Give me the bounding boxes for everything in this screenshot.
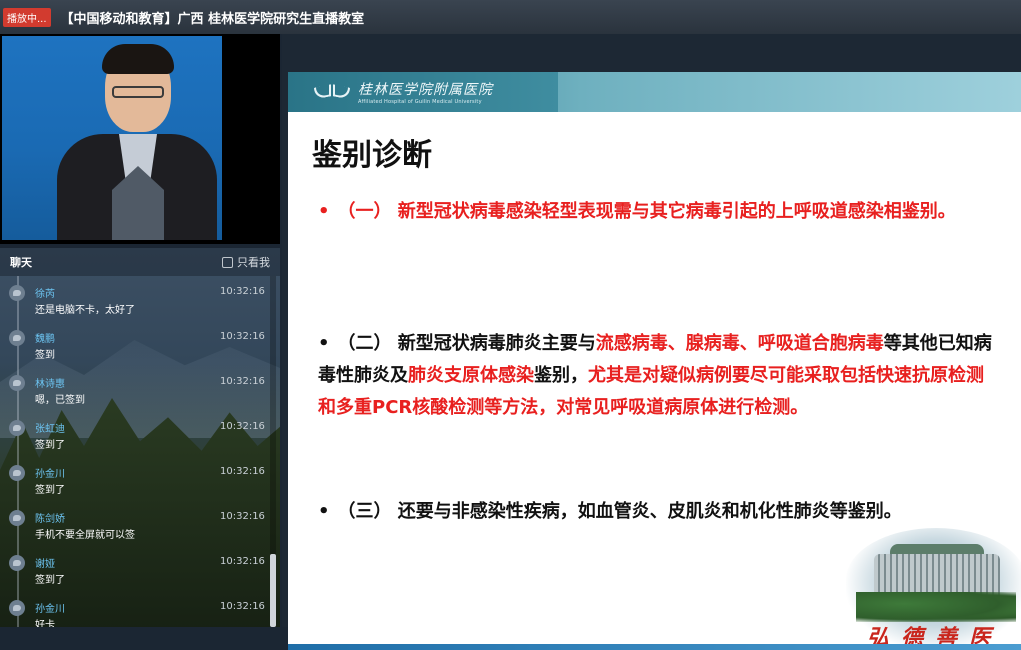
bullet: • <box>318 201 330 222</box>
chat-message-time: 10:32:16 <box>220 331 265 342</box>
chat-bubble-icon <box>9 555 25 571</box>
only-me-toggle[interactable]: 只看我 <box>222 254 270 270</box>
chat-message-author[interactable]: 张虹迪 <box>35 420 65 435</box>
slide-point-1: • （一） 新型冠状病毒感染轻型表现需与其它病毒引起的上呼吸道感染相鉴别。 <box>318 196 998 228</box>
video-frame <box>2 36 222 240</box>
chat-message-time: 10:32:16 <box>220 286 265 297</box>
chat-message: 魏鹏 10:32:16 签到 <box>0 321 270 366</box>
presentation-slide: 桂林医学院附属医院 Affiliated Hospital of Guilin … <box>288 72 1021 650</box>
chat-message-author[interactable]: 林诗惠 <box>35 375 65 390</box>
chat-message-list[interactable]: 徐芮 10:32:16 还是电脑不卡，太好了 魏鹏 10:32:16 签到 林诗… <box>0 276 270 627</box>
chat-message-time: 10:32:16 <box>220 601 265 612</box>
slide-point-3: • （三） 还要与非感染性疾病，如血管炎、皮肌炎和机化性肺炎等鉴别。 <box>318 496 998 528</box>
slide-point-2: • （二） 新型冠状病毒肺炎主要与流感病毒、腺病毒、呼吸道合胞病毒等其他已知病毒性… <box>318 328 998 424</box>
chat-message-author[interactable]: 谢娅 <box>35 555 55 570</box>
teacher-hair <box>102 44 174 74</box>
chat-message-time: 10:32:16 <box>220 556 265 567</box>
glasses <box>112 86 164 98</box>
chat-message-text: 嗯，已签到 <box>35 395 85 406</box>
chat-header: 聊天 只看我 <box>0 248 280 276</box>
logo-chinese-name: 桂林医学院附属医院 <box>358 82 493 98</box>
point-2-mycoplasma: 肺炎支原体感染 <box>408 365 534 386</box>
chat-message-author[interactable]: 孙金川 <box>35 600 65 615</box>
chat-message: 孙金川 10:32:16 签到了 <box>0 456 270 501</box>
bullet: • <box>318 333 330 354</box>
slide-bottom-band <box>288 644 1021 650</box>
logo-english-name: Affiliated Hospital of Guilin Medical Un… <box>358 99 482 105</box>
slide-stage: 桂林医学院附属医院 Affiliated Hospital of Guilin … <box>282 34 1021 650</box>
point-3-text: （三） 还要与非感染性疾病，如血管炎、皮肌炎和机化性肺炎等鉴别。 <box>337 501 902 522</box>
chat-message: 林诗惠 10:32:16 嗯，已签到 <box>0 366 270 411</box>
chat-message-text: 签到 <box>35 350 55 361</box>
chat-message: 徐芮 10:32:16 还是电脑不卡，太好了 <box>0 276 270 321</box>
chat-bubble-icon <box>9 420 25 436</box>
chat-bubble-icon <box>9 600 25 616</box>
hospital-logo: 桂林医学院附属医院 Affiliated Hospital of Guilin … <box>288 72 558 112</box>
bullet: • <box>318 501 330 522</box>
chat-message-author[interactable]: 陈剑娇 <box>35 510 65 525</box>
left-panel: 聊天 只看我 徐芮 10:32:16 还是电脑不卡，太好了 魏鹏 10:32:1… <box>0 34 280 627</box>
room-title: 【中国移动和教育】广西 桂林医学院研究生直播教室 <box>60 11 365 27</box>
only-me-checkbox[interactable] <box>222 256 233 268</box>
chat-message-author[interactable]: 魏鹏 <box>35 330 55 345</box>
building <box>874 554 1000 596</box>
live-status-badge: 播放中... <box>3 7 51 27</box>
only-me-label: 只看我 <box>237 256 270 269</box>
point-2-viruses: 流感病毒、腺病毒、呼吸道合胞病毒 <box>595 333 884 354</box>
chat-message-time: 10:32:16 <box>220 421 265 432</box>
chat-message: 张虹迪 10:32:16 签到了 <box>0 411 270 456</box>
trees <box>856 592 1016 622</box>
chat-bubble-icon <box>9 465 25 481</box>
chat-message-text: 手机不要全屏就可以签 <box>35 530 135 541</box>
chat-bubble-icon <box>9 375 25 391</box>
chat-message: 谢娅 10:32:16 签到了 <box>0 546 270 591</box>
chat-message-text: 签到了 <box>35 440 65 451</box>
chat-message-text: 签到了 <box>35 575 65 586</box>
chat-message-time: 10:32:16 <box>220 466 265 477</box>
chat-message: 陈剑娇 10:32:16 手机不要全屏就可以签 <box>0 501 270 546</box>
chat-bubble-icon <box>9 510 25 526</box>
chat-message-author[interactable]: 徐芮 <box>35 285 55 300</box>
chat-message-author[interactable]: 孙金川 <box>35 465 65 480</box>
slide-title: 鉴别诊断 <box>312 138 432 173</box>
chat-title: 聊天 <box>10 256 32 269</box>
chat-scroll-thumb[interactable] <box>270 554 276 627</box>
point-1-text: （一） 新型冠状病毒感染轻型表现需与其它病毒引起的上呼吸道感染相鉴别。 <box>337 201 956 222</box>
logo-text: 桂林医学院附属医院 Affiliated Hospital of Guilin … <box>358 79 493 105</box>
top-bar: 播放中... 【中国移动和教育】广西 桂林医学院研究生直播教室 <box>0 0 1021 34</box>
point-2-intro: （二） 新型冠状病毒肺炎主要与 <box>337 333 596 354</box>
chat-message-text: 签到了 <box>35 485 65 496</box>
chat-message: 孙金川 10:32:16 好卡 <box>0 591 270 627</box>
teacher-video[interactable] <box>0 34 280 244</box>
open-book-icon <box>314 84 350 100</box>
chat-message-text: 还是电脑不卡，太好了 <box>35 305 135 316</box>
chat-message-time: 10:32:16 <box>220 376 265 387</box>
chat-panel: 聊天 只看我 徐芮 10:32:16 还是电脑不卡，太好了 魏鹏 10:32:1… <box>0 248 280 627</box>
chat-message-time: 10:32:16 <box>220 511 265 522</box>
chat-bubble-icon <box>9 330 25 346</box>
chat-bubble-icon <box>9 285 25 301</box>
chat-message-text: 好卡 <box>35 620 55 627</box>
point-2-identify: 鉴别， <box>534 365 588 386</box>
